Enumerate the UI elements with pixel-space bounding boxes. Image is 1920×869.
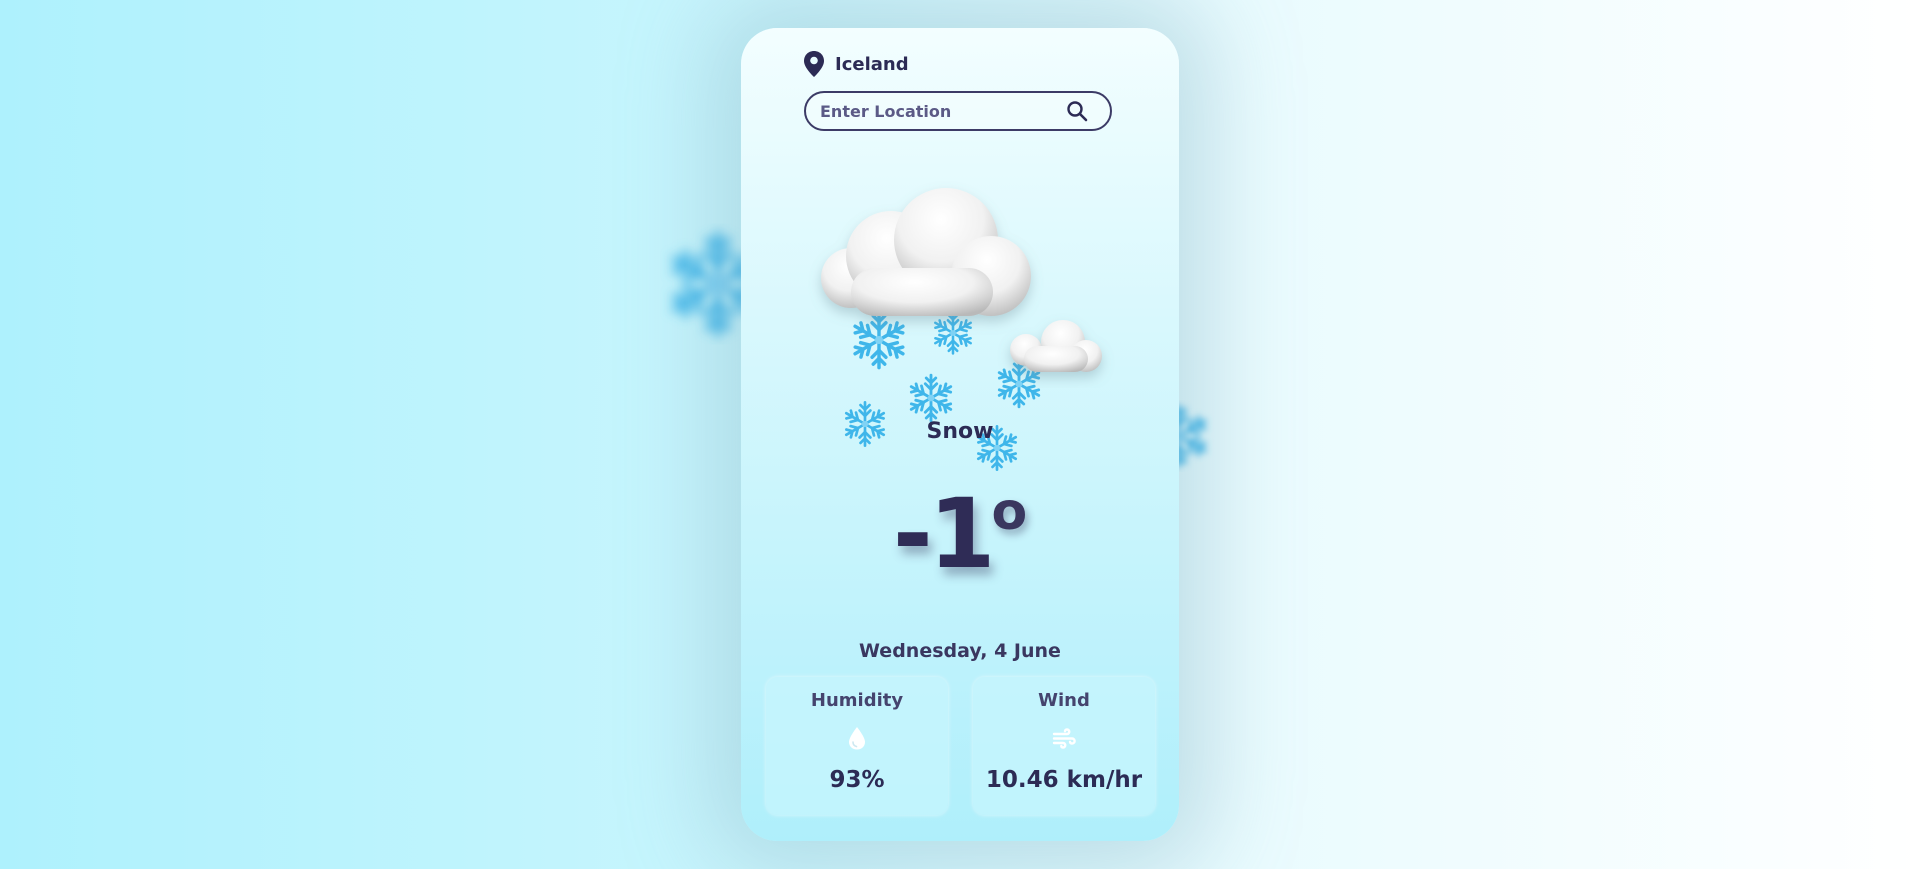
location-header: Iceland [803, 50, 909, 78]
humidity-label: Humidity [810, 690, 904, 711]
map-pin-icon [804, 51, 824, 77]
current-date: Wednesday, 4 June [859, 640, 1061, 662]
search-icon[interactable] [1066, 100, 1088, 122]
wind-card: Wind 10.46 km/hr [973, 677, 1155, 815]
degree-symbol: o [991, 482, 1028, 542]
wind-label: Wind [1038, 690, 1090, 711]
wind-icon [1052, 728, 1076, 749]
weather-condition: Snow [926, 419, 994, 444]
location-name: Iceland [835, 53, 909, 75]
wind-value: 10.46 km/hr [985, 767, 1143, 793]
search-bar [804, 91, 1112, 131]
temperature-value: -1 [892, 478, 996, 590]
humidity-card: Humidity 93% [766, 677, 948, 815]
weather-card: Iceland Snow [741, 28, 1179, 841]
droplet-icon [849, 727, 865, 750]
location-search-input[interactable] [818, 100, 1066, 122]
humidity-value: 93% [829, 767, 885, 793]
temperature-display: -1o [741, 482, 1179, 582]
